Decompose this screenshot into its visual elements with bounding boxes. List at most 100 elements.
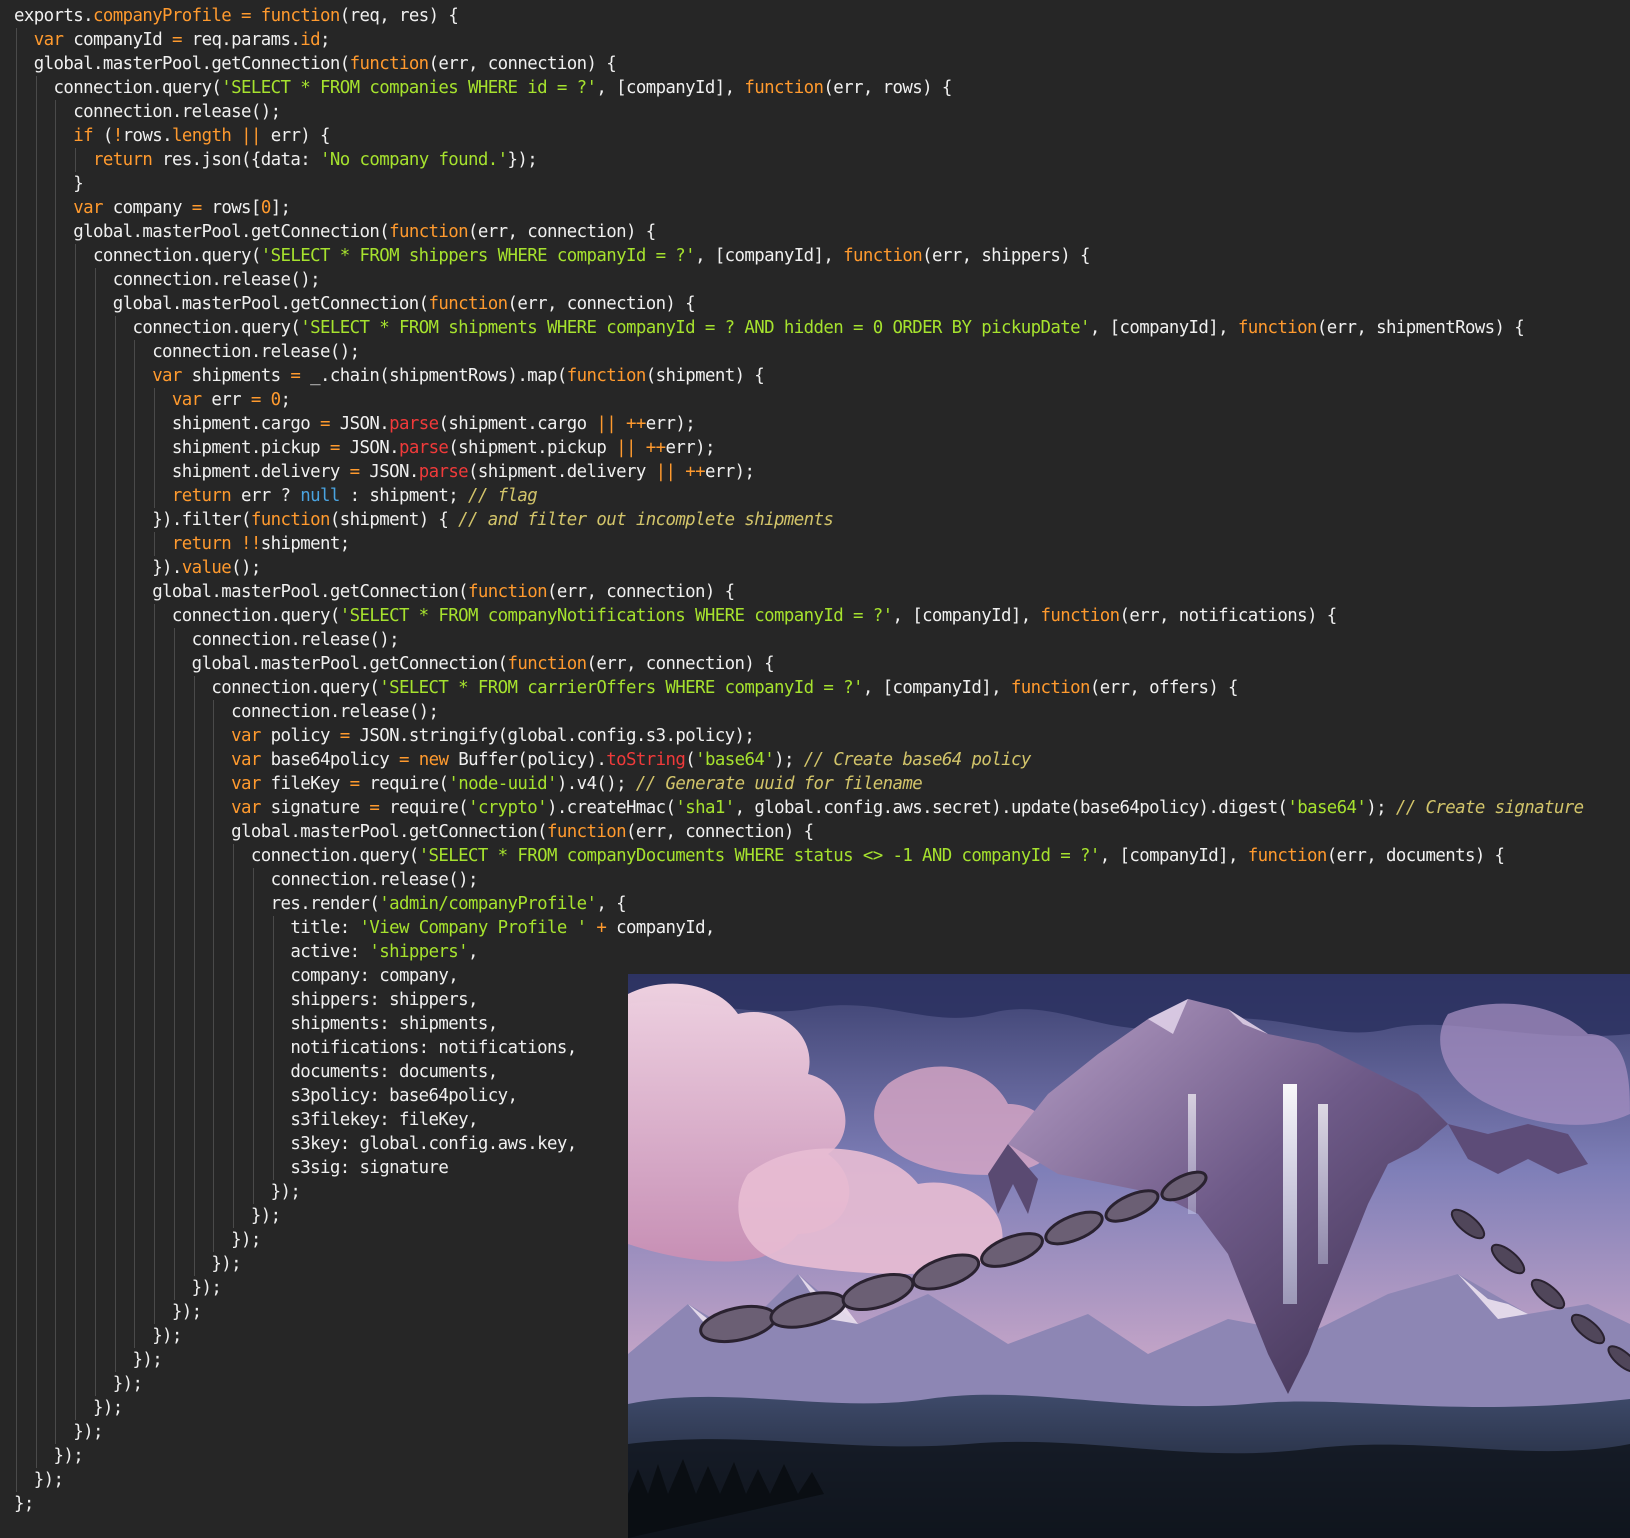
code-token: err); — [665, 438, 715, 458]
code-line[interactable]: active: 'shippers', — [14, 940, 1583, 964]
code-line[interactable]: shipment.cargo = JSON.parse(shipment.car… — [14, 412, 1583, 436]
code-line[interactable]: connection.query('SELECT * FROM companyD… — [14, 844, 1583, 868]
indent-guide — [233, 988, 235, 1012]
code-line[interactable]: }).filter(function(shipment) { // and fi… — [14, 508, 1583, 532]
code-line[interactable]: connection.release(); — [14, 700, 1583, 724]
code-token: }); — [112, 1374, 143, 1394]
code-line[interactable]: shipment.delivery = JSON.parse(shipment.… — [14, 460, 1583, 484]
indent-guide — [134, 1036, 136, 1060]
indent-guide — [134, 436, 136, 460]
code-token: , [companyId], — [862, 678, 1011, 698]
indent-guide — [233, 844, 235, 868]
indent-guide — [16, 460, 17, 484]
code-token: ); — [1366, 798, 1396, 818]
code-line[interactable]: title: 'View Company Profile ' + company… — [14, 916, 1583, 940]
code-line[interactable]: connection.release(); — [14, 268, 1583, 292]
code-line[interactable]: shipment.pickup = JSON.parse(shipment.pi… — [14, 436, 1583, 460]
indent-guide — [16, 52, 17, 76]
code-token: }; — [14, 1494, 34, 1514]
indent-guide — [134, 508, 136, 532]
code-line[interactable]: global.masterPool.getConnection(function… — [14, 52, 1583, 76]
indent-guide — [35, 76, 37, 100]
code-token: signature — [260, 798, 370, 818]
indent-guide — [114, 1300, 116, 1324]
code-line[interactable]: global.masterPool.getConnection(function… — [14, 580, 1583, 604]
code-line[interactable]: connection.query('SELECT * FROM companyN… — [14, 604, 1583, 628]
code-line[interactable]: return err ? null : shipment; // flag — [14, 484, 1583, 508]
code-line[interactable]: } — [14, 172, 1583, 196]
code-editor[interactable]: exports.companyProfile = function(req, r… — [0, 0, 1630, 1538]
code-token: rows. — [122, 126, 173, 146]
indent-guide — [16, 628, 17, 652]
indent-guide — [154, 1300, 156, 1324]
code-line[interactable]: connection.release(); — [14, 628, 1583, 652]
code-line[interactable]: exports.companyProfile = function(req, r… — [14, 4, 1583, 28]
code-token: connection.query( — [211, 678, 380, 698]
indent-guide — [154, 940, 156, 964]
code-line[interactable]: var policy = JSON.stringify(global.confi… — [14, 724, 1583, 748]
indent-guide — [154, 1228, 156, 1252]
code-token: shipment.pickup — [171, 438, 330, 458]
code-line[interactable]: global.masterPool.getConnection(function… — [14, 820, 1583, 844]
indent-guide — [173, 676, 175, 700]
indent-guide — [35, 1324, 37, 1348]
code-token: connection.query( — [92, 246, 261, 266]
code-line[interactable]: if (!rows.length || err) { — [14, 124, 1583, 148]
code-token: } — [73, 174, 84, 194]
code-token: documents: documents, — [290, 1062, 498, 1082]
indent-guide — [16, 412, 17, 436]
code-line[interactable]: connection.release(); — [14, 340, 1583, 364]
code-token: value — [181, 558, 232, 578]
code-token: }); — [53, 1446, 84, 1466]
indent-guide — [35, 388, 37, 412]
code-token: , [companyId], — [695, 246, 844, 266]
code-line[interactable]: var company = rows[0]; — [14, 196, 1583, 220]
code-line[interactable]: res.render('admin/companyProfile', { — [14, 892, 1583, 916]
code-line[interactable]: var signature = require('crypto').create… — [14, 796, 1584, 820]
code-line[interactable]: connection.query('SELECT * FROM carrierO… — [14, 676, 1583, 700]
code-line[interactable]: connection.release(); — [14, 868, 1583, 892]
indent-guide — [94, 484, 96, 508]
code-line[interactable]: return !!shipment; — [14, 532, 1583, 556]
code-line[interactable]: global.masterPool.getConnection(function… — [14, 292, 1583, 316]
indent-guide — [213, 820, 215, 844]
code-line[interactable]: connection.release(); — [14, 100, 1583, 124]
indent-guide — [94, 340, 96, 364]
code-line[interactable]: connection.query('SELECT * FROM companie… — [14, 76, 1583, 100]
code-line[interactable]: var companyId = req.params.id; — [14, 28, 1583, 52]
code-line[interactable]: global.masterPool.getConnection(function… — [14, 652, 1583, 676]
code-line[interactable]: var base64policy = new Buffer(policy).to… — [14, 748, 1583, 772]
indent-guide — [35, 1132, 37, 1156]
indent-guide — [154, 988, 156, 1012]
indent-guide — [94, 1324, 96, 1348]
code-token: shippers: shippers, — [290, 990, 478, 1010]
indent-guide — [55, 1372, 57, 1396]
indent-guide — [154, 1132, 156, 1156]
code-line[interactable]: return res.json({data: 'No company found… — [14, 148, 1583, 172]
code-token: connection.release(); — [191, 630, 400, 650]
indent-guide — [75, 1324, 77, 1348]
indent-guide — [35, 508, 37, 532]
code-line[interactable]: connection.query('SELECT * FROM shipment… — [14, 316, 1583, 340]
indent-guide — [55, 1324, 57, 1348]
code-token: (err, connection) { — [547, 582, 735, 602]
code-line[interactable]: global.masterPool.getConnection(function… — [14, 220, 1583, 244]
indent-guide — [35, 796, 37, 820]
indent-guide — [75, 724, 77, 748]
code-line[interactable]: var err = 0; — [14, 388, 1583, 412]
code-line[interactable]: connection.query('SELECT * FROM shippers… — [14, 244, 1583, 268]
code-line[interactable]: var fileKey = require('node-uuid').v4();… — [14, 772, 1583, 796]
indent-guide — [154, 1204, 156, 1228]
indent-guide — [134, 1252, 136, 1276]
indent-guide — [213, 964, 215, 988]
code-line[interactable]: }).value(); — [14, 556, 1583, 580]
code-line[interactable]: var shipments = _.chain(shipmentRows).ma… — [14, 364, 1583, 388]
indent-guide — [272, 916, 274, 940]
